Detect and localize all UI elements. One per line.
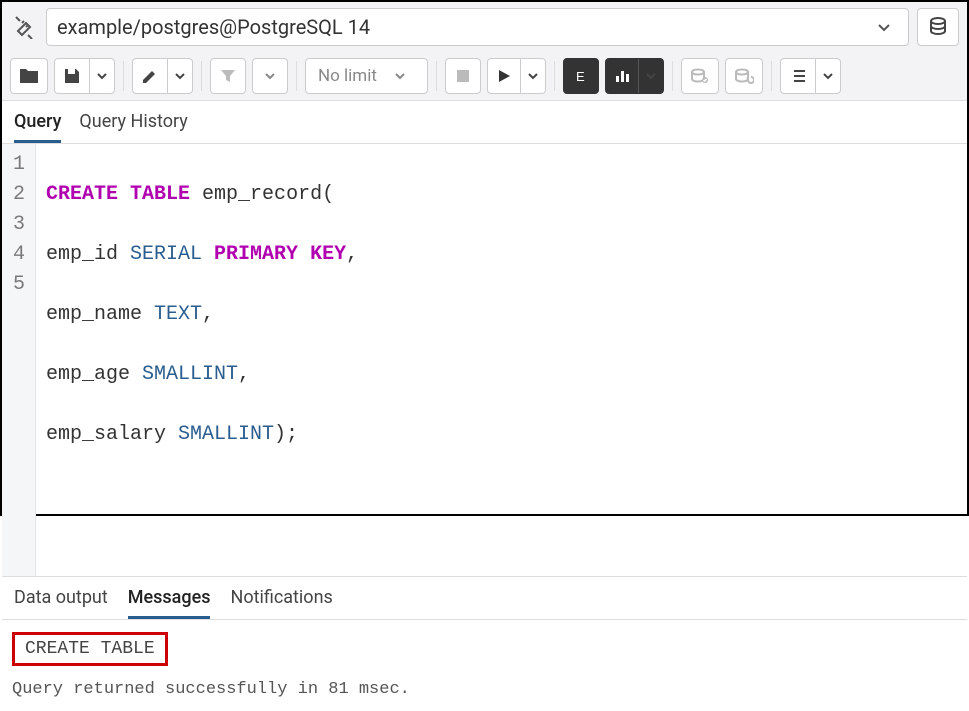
messages-panel: CREATE TABLE Query returned successfully… [2, 620, 967, 711]
explain-button[interactable]: E [563, 58, 599, 94]
stop-button[interactable] [445, 58, 481, 94]
barchart-icon [606, 59, 638, 93]
macro-button[interactable] [780, 58, 841, 94]
message-headline: CREATE TABLE [12, 632, 168, 666]
connection-label: example/postgres@PostgreSQL 14 [57, 15, 870, 39]
run-button[interactable] [487, 58, 546, 94]
commit-button[interactable] [681, 58, 719, 94]
list-icon [781, 59, 815, 93]
database-icon-button[interactable] [917, 8, 959, 46]
chevron-down-icon[interactable] [815, 59, 840, 93]
play-icon [488, 59, 520, 93]
row-limit-selector[interactable]: No limit [305, 58, 428, 94]
tab-messages[interactable]: Messages [128, 587, 211, 619]
open-file-button[interactable] [10, 58, 48, 94]
save-icon [55, 59, 89, 93]
tab-query[interactable]: Query [14, 111, 61, 143]
line-gutter: 1 2 3 4 5 [2, 144, 36, 576]
tab-notifications[interactable]: Notifications [230, 587, 332, 619]
tab-data-output[interactable]: Data output [14, 587, 108, 619]
pencil-icon [133, 59, 167, 93]
chevron-down-icon[interactable] [167, 59, 192, 93]
filter-dropdown[interactable] [252, 58, 288, 94]
edit-button[interactable] [132, 58, 193, 94]
tab-query-history[interactable]: Query History [79, 111, 187, 143]
analyze-button[interactable] [605, 58, 664, 94]
limit-label: No limit [318, 66, 377, 86]
save-button[interactable] [54, 58, 115, 94]
connection-selector[interactable]: example/postgres@PostgreSQL 14 [46, 8, 909, 46]
code-area[interactable]: CREATE TABLE emp_record( emp_id SERIAL P… [36, 144, 368, 576]
sql-editor[interactable]: 1 2 3 4 5 CREATE TABLE emp_record( emp_i… [2, 144, 967, 576]
chevron-down-icon[interactable] [89, 59, 114, 93]
connection-plug-icon [10, 13, 38, 41]
chevron-down-icon[interactable] [520, 59, 545, 93]
chevron-down-icon[interactable] [638, 59, 663, 93]
rollback-button[interactable] [725, 58, 763, 94]
message-status: Query returned successfully in 81 msec. [12, 680, 957, 699]
chevron-down-icon [870, 19, 898, 35]
svg-text:E: E [576, 69, 585, 84]
filter-button[interactable] [210, 58, 246, 94]
